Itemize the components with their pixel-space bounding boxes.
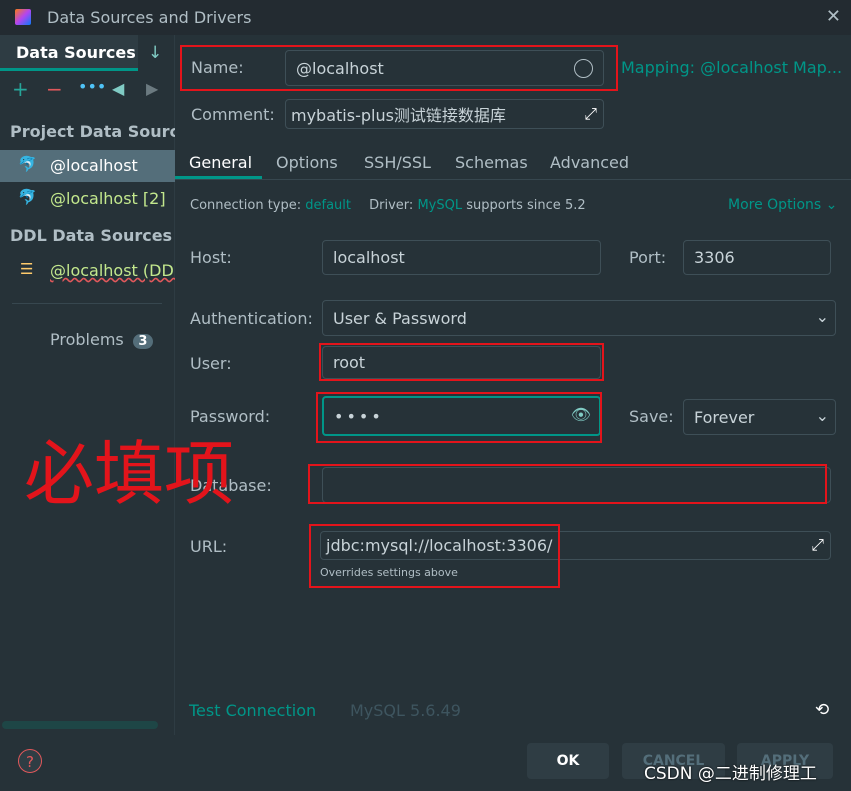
authentication-select[interactable]: User & Password ⌄: [322, 300, 836, 336]
problems-link[interactable]: Problems 3: [50, 330, 153, 349]
comment-label: Comment:: [191, 105, 275, 124]
divider: [12, 303, 162, 304]
mysql-icon: 🐬: [18, 188, 37, 206]
host-label: Host:: [190, 248, 232, 267]
close-icon[interactable]: ✕: [826, 6, 841, 27]
chevron-down-icon: ⌄: [815, 307, 829, 326]
save-label: Save:: [629, 407, 674, 426]
title-bar: Data Sources and Drivers ✕: [0, 0, 851, 35]
tab-advanced[interactable]: Advanced: [550, 153, 629, 172]
help-icon[interactable]: ?: [18, 749, 42, 773]
annotation-box-name: [180, 45, 618, 91]
url-label: URL:: [190, 537, 228, 556]
user-label: User:: [190, 354, 232, 373]
connection-type-label: Connection type:: [190, 198, 302, 213]
tab-data-sources[interactable]: Data Sources: [0, 35, 138, 71]
comment-input[interactable]: mybatis-plus测试链接数据库 ⤢: [285, 99, 604, 129]
save-value: Forever: [694, 407, 755, 427]
comment-value: mybatis-plus测试链接数据库: [291, 106, 506, 125]
sidebar-item-label: @localhost: [50, 156, 138, 175]
port-label: Port:: [629, 248, 667, 267]
tab-ssh-ssl[interactable]: SSH/SSL: [364, 153, 431, 172]
sidebar-item-localhost-2[interactable]: 🐬 @localhost [2]: [0, 183, 175, 215]
required-annotation: 必填项: [24, 433, 234, 515]
driver-label: Driver:: [369, 198, 414, 213]
ok-button[interactable]: OK: [527, 743, 609, 779]
annotation-box-password: [316, 392, 602, 443]
watermark: CSDN @二进制修理工: [644, 764, 817, 784]
port-value: 3306: [694, 248, 735, 267]
authentication-value: User & Password: [333, 308, 467, 328]
sidebar-item-ddl[interactable]: ☰ @localhost (DDL: [0, 255, 175, 287]
sidebar-item-label: @localhost [2]: [50, 189, 166, 208]
test-connection-link[interactable]: Test Connection: [189, 701, 316, 720]
more-options-label: More Options: [728, 197, 822, 213]
mysql-icon: 🐬: [18, 155, 37, 173]
sidebar-item-label: @localhost (DDL: [50, 261, 175, 280]
sidebar: Data Sources ↓ + − ••• ◀ ▶ Project Data …: [0, 35, 175, 735]
tabs-divider: [175, 179, 851, 180]
tab-schemas[interactable]: Schemas: [455, 153, 528, 172]
reset-icon[interactable]: ⟲: [815, 700, 829, 720]
ddl-list-icon: ☰: [20, 260, 34, 278]
host-input[interactable]: localhost: [322, 240, 601, 275]
expand-icon[interactable]: ⤢: [811, 535, 824, 555]
tab-general[interactable]: General: [189, 153, 252, 172]
project-data-sources-header: Project Data Sources: [10, 122, 175, 141]
remove-icon[interactable]: −: [46, 77, 63, 101]
chevron-down-icon: ⌄: [825, 197, 838, 213]
driver-suffix: supports since 5.2: [466, 198, 586, 213]
save-select[interactable]: Forever ⌄: [683, 399, 836, 435]
tab-general-underline: [175, 176, 262, 179]
chevron-down-icon: ⌄: [815, 406, 829, 425]
connection-info: Connection type: default Driver: MySQL s…: [190, 198, 586, 213]
app-logo-icon: [15, 9, 31, 25]
connection-type-link[interactable]: default: [305, 198, 351, 213]
authentication-label: Authentication:: [190, 309, 313, 328]
ddl-data-sources-header: DDL Data Sources: [10, 226, 173, 245]
forward-icon[interactable]: ▶: [146, 79, 158, 98]
port-input[interactable]: 3306: [683, 240, 831, 275]
tab-options[interactable]: Options: [276, 153, 338, 172]
problems-count-badge: 3: [132, 334, 153, 349]
driver-link[interactable]: MySQL: [417, 198, 462, 213]
annotation-box-url: [309, 524, 560, 588]
sidebar-scrollbar[interactable]: [2, 721, 158, 729]
mapping-link[interactable]: Mapping: @localhost Map...: [621, 58, 842, 77]
expand-icon[interactable]: ⤢: [584, 104, 597, 124]
more-icon[interactable]: •••: [78, 77, 106, 96]
problems-label: Problems: [50, 330, 124, 349]
add-icon[interactable]: +: [12, 77, 29, 101]
annotation-box-user: [319, 343, 604, 381]
back-icon[interactable]: ◀: [112, 79, 124, 98]
window-title: Data Sources and Drivers: [47, 8, 252, 27]
arrow-down-icon[interactable]: ↓: [148, 43, 162, 63]
sidebar-item-localhost[interactable]: 🐬 @localhost: [0, 150, 175, 182]
more-options-link[interactable]: More Options ⌄: [728, 197, 837, 213]
annotation-box-database: [308, 464, 827, 504]
host-value: localhost: [333, 248, 405, 267]
mysql-version: MySQL 5.6.49: [350, 701, 461, 720]
